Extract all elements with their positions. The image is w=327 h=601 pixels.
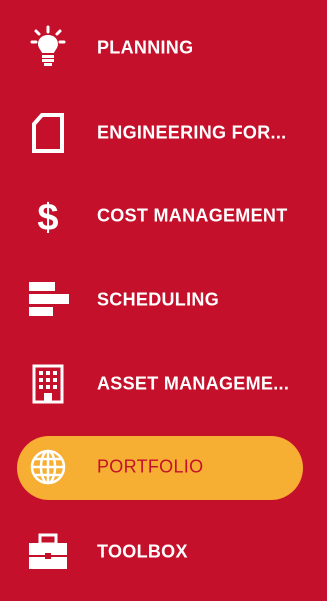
menu-item-toolbox[interactable]: TOOLBOX [0, 520, 327, 584]
lightbulb-icon [22, 22, 74, 74]
menu-item-scheduling[interactable]: SCHEDULING [0, 268, 327, 332]
building-icon [22, 358, 74, 410]
schedule-bars-icon [22, 274, 74, 326]
menu-item-portfolio[interactable]: PORTFOLIO [0, 435, 327, 500]
document-icon [22, 107, 74, 159]
menu-item-label: TOOLBOX [97, 541, 188, 562]
menu-item-label: COST MANAGEMENT [97, 205, 288, 226]
svg-text:$: $ [37, 197, 58, 239]
menu-item-label: PLANNING [97, 37, 194, 58]
menu-item-label: PORTFOLIO [97, 456, 204, 477]
menu-item-label: SCHEDULING [97, 289, 220, 310]
globe-icon [22, 441, 74, 493]
menu-item-asset-management[interactable]: ASSET MANAGEME... [0, 352, 327, 416]
toolbox-icon [22, 526, 74, 578]
sidebar-menu: PLANNING ENGINEERING FOR... $ COST MANAG… [0, 0, 327, 601]
menu-item-engineering[interactable]: ENGINEERING FOR... [0, 101, 327, 165]
menu-item-label: ASSET MANAGEME... [97, 373, 290, 394]
dollar-icon: $ [22, 190, 74, 242]
menu-item-planning[interactable]: PLANNING [0, 16, 327, 80]
menu-item-label: ENGINEERING FOR... [97, 122, 287, 143]
menu-item-cost-management[interactable]: $ COST MANAGEMENT [0, 184, 327, 248]
